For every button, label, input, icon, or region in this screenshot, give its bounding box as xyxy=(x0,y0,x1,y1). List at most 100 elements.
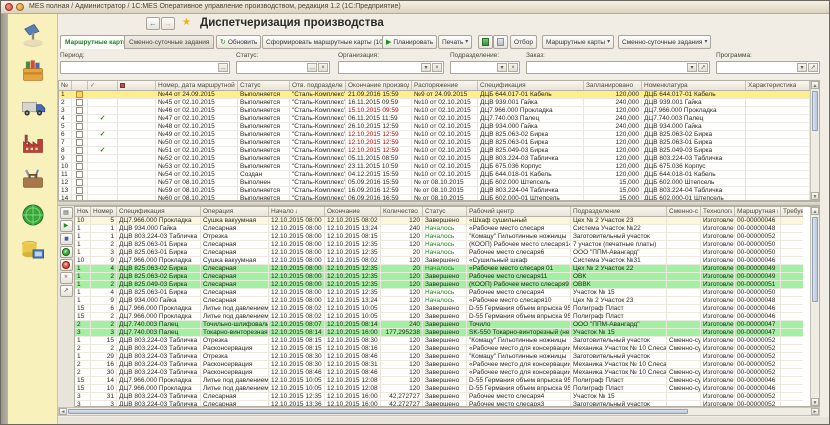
row-checkbox[interactable] xyxy=(76,123,83,130)
sidebar-item-documents[interactable] xyxy=(18,56,48,86)
column-header-dept[interactable]: Подразделение xyxy=(571,207,667,217)
table-row[interactable]: 6✓№49 от 02.10.2015Выполняется"Сталь-Ком… xyxy=(59,131,812,139)
row-checkbox[interactable] xyxy=(76,115,83,122)
table-row[interactable]: 115ДЦВ 803.224-03 ТабличкаОтрезка12.10.2… xyxy=(75,337,803,345)
row-checkbox[interactable] xyxy=(76,107,83,114)
sidebar-item-data[interactable] xyxy=(18,236,48,266)
column-header-checked[interactable] xyxy=(72,81,88,91)
refresh-button[interactable]: ↻Обновить xyxy=(216,35,261,49)
clear-icon[interactable]: × xyxy=(508,63,518,72)
column-header-dept[interactable]: Отв. подразделение xyxy=(290,81,346,91)
column-header-status[interactable]: Статус xyxy=(423,207,467,217)
table-row[interactable]: 12ДЦВ 825.063-02 БиркаСлесарная12.10.201… xyxy=(75,273,803,281)
row-checkbox[interactable] xyxy=(76,187,83,194)
row-checkbox[interactable] xyxy=(76,155,83,162)
table-row[interactable]: 3№46 от 02.10.2015Выполняется"Сталь-Комп… xyxy=(59,107,812,115)
scroll-thumb[interactable] xyxy=(812,217,818,302)
column-header-order[interactable]: Распоряжение xyxy=(412,81,478,91)
table-row[interactable]: 11ДЦВ 934.000 ГайкаСлесарная12.10.2015 0… xyxy=(75,225,803,233)
pause-operation-button[interactable]: ▮▮ xyxy=(60,233,73,245)
table-row[interactable]: 109ДЦ7.966.000 ПрокладкаСушка вакуумная1… xyxy=(75,257,803,265)
organization-input[interactable]: ▾× xyxy=(338,61,444,74)
scroll-thumb[interactable] xyxy=(812,91,818,131)
row-checkbox[interactable] xyxy=(76,171,83,178)
open-document-button[interactable]: ↗ xyxy=(60,285,73,297)
table-row[interactable]: 13№59 от 08.10.2015Выполняется"Сталь-Ком… xyxy=(59,187,812,195)
operations-table[interactable]: Ном...Номер оп...СпецификацияОперацияНач… xyxy=(75,207,803,406)
clear-icon[interactable]: × xyxy=(432,63,442,72)
plan-button[interactable]: ▶Планировать xyxy=(382,35,437,49)
department-input[interactable]: ▾× xyxy=(450,61,520,74)
choose-icon[interactable]: … xyxy=(307,63,317,72)
column-header-wc[interactable]: Рабочий центр xyxy=(467,207,571,217)
row-checkbox[interactable] xyxy=(76,195,83,200)
column-header-card[interactable]: Маршрутная ка... xyxy=(735,207,781,217)
table-row[interactable]: 8✓№51 от 02.10.2015Выполняется"Сталь-Ком… xyxy=(59,147,812,155)
table-row[interactable]: 12ДЦВ 825.063-01 БиркаСлесарная12.10.201… xyxy=(75,241,803,249)
table-row[interactable]: 22ДЦ7.740.003 ПалецТочильно-шлифовальная… xyxy=(75,321,803,329)
column-header-end[interactable]: Окончание производства xyxy=(346,81,412,91)
print-button[interactable]: Печать▾ xyxy=(438,35,472,49)
sidebar-item-tools[interactable] xyxy=(18,164,48,194)
horizontal-scrollbar[interactable]: ◄ ► xyxy=(58,407,820,416)
forward-button[interactable]: → xyxy=(161,17,175,30)
table-row[interactable]: 33ДЦВ 803.224-03 ТабличкаСлесарная12.10.… xyxy=(75,401,803,406)
row-checkbox[interactable] xyxy=(76,147,83,154)
column-header-num[interactable]: № xyxy=(59,81,72,91)
table-row[interactable]: 230ДЦВ 803.224-03 ТабличкаРасконсервация… xyxy=(75,369,803,377)
row-checkbox[interactable] xyxy=(76,91,83,98)
table-row[interactable]: 22ДЦВ 803.224-03 ТабличкаРасконсервация1… xyxy=(75,345,803,353)
scroll-up-icon[interactable]: ▲ xyxy=(811,81,819,89)
vertical-scrollbar[interactable]: ▲ ▼ xyxy=(810,81,819,200)
order-input[interactable]: ▾↗ xyxy=(526,61,710,74)
actions-menu-button[interactable]: ▤ xyxy=(60,207,73,219)
table-row[interactable]: 14№60 от 08.10.2015Выполняется"Сталь-Ком… xyxy=(59,195,812,200)
column-header-nomen[interactable]: Номенклатура xyxy=(642,81,746,91)
close-icon[interactable] xyxy=(5,3,13,11)
row-checkbox[interactable] xyxy=(76,179,83,186)
column-header-spec[interactable]: Спецификация xyxy=(117,207,201,217)
table-row[interactable]: 2№45 от 02.10.2015Выполняется"Сталь-Комп… xyxy=(59,99,812,107)
table-row[interactable]: 1514ДЦ7.966.000 ПрокладкаЛитье под давле… xyxy=(75,377,803,385)
tab-shift-tasks[interactable]: Сменно-суточные задания xyxy=(124,35,214,49)
column-header-start[interactable]: Начало↓ xyxy=(269,207,325,217)
row-checkbox[interactable] xyxy=(76,131,83,138)
column-header-n1[interactable]: Ном... xyxy=(75,207,91,217)
shift-tasks-menu-button[interactable]: Сменно-суточные задания▾ xyxy=(618,35,711,49)
table-row[interactable]: 156ДЦ7.966.000 ПрокладкаЛитье под давлен… xyxy=(75,305,803,313)
scroll-up-icon[interactable]: ▲ xyxy=(811,207,819,215)
select-icon[interactable]: ▾ xyxy=(421,63,431,72)
program-input[interactable]: ▾↗ xyxy=(716,61,820,74)
minimize-icon[interactable] xyxy=(16,3,24,11)
table-row[interactable]: 33ДЦ7.740.003 ПалецТокарно-винторезная12… xyxy=(75,329,803,337)
generate-route-cards-button[interactable]: Сформировать маршрутные карты (10) xyxy=(262,35,389,49)
table-row[interactable]: 1510ДЦ7.966.000 ПрокладкаЛитье под давле… xyxy=(75,385,803,393)
route-cards-table[interactable]: №✓Номер, дата маршрутной кар...СтатусОтв… xyxy=(59,81,812,200)
sidebar-item-desktop[interactable] xyxy=(18,20,48,50)
column-header-status[interactable]: Статус xyxy=(238,81,290,91)
select-icon[interactable]: ▾ xyxy=(687,63,697,72)
column-header-char[interactable]: Характеристика xyxy=(746,81,810,91)
report-button[interactable] xyxy=(478,35,493,49)
start-operation-button[interactable]: ▶ xyxy=(60,220,73,232)
column-header-shift[interactable]: Сменно-сут... xyxy=(667,207,701,217)
table-row[interactable]: 4✓№47 от 02.10.2015Выполняется"Сталь-Ком… xyxy=(59,115,812,123)
table-row[interactable]: 152ДЦ7.966.000 ПрокладкаЛитье под давлен… xyxy=(75,313,803,321)
table-row[interactable]: 14ДЦВ 825.063-02 БиркаСлесарная12.10.201… xyxy=(75,265,803,273)
period-input[interactable]: … xyxy=(60,61,230,74)
table-row[interactable]: 5№48 от 02.10.2015Выполняется"Сталь-Комп… xyxy=(59,123,812,131)
scroll-down-icon[interactable]: ▼ xyxy=(811,398,819,406)
column-header-spec[interactable]: Спецификация xyxy=(478,81,584,91)
choose-icon[interactable]: … xyxy=(218,63,228,72)
open-icon[interactable]: ↗ xyxy=(808,63,818,72)
route-cards-menu-button[interactable]: Маршрутные карты▾ xyxy=(542,35,614,49)
status-input[interactable]: …× xyxy=(236,61,330,74)
favorite-star-icon[interactable]: ★ xyxy=(182,17,191,28)
table-row[interactable]: 331ДЦВ 803.224-03 ТабличкаСлесарная12.10… xyxy=(75,393,803,401)
table-row[interactable]: 7№50 от 02.10.2015Выполняется"Сталь-Комп… xyxy=(59,139,812,147)
clear-icon[interactable]: × xyxy=(318,63,328,72)
vertical-scrollbar[interactable]: ▲ ▼ xyxy=(810,207,819,406)
table-row[interactable]: 10№53 от 02.10.2015Выполняется"Сталь-Ком… xyxy=(59,163,812,171)
row-checkbox[interactable] xyxy=(76,163,83,170)
table-row[interactable]: 14ДЦВ 825.063-01 БиркаСлесарная12.10.201… xyxy=(75,289,803,297)
